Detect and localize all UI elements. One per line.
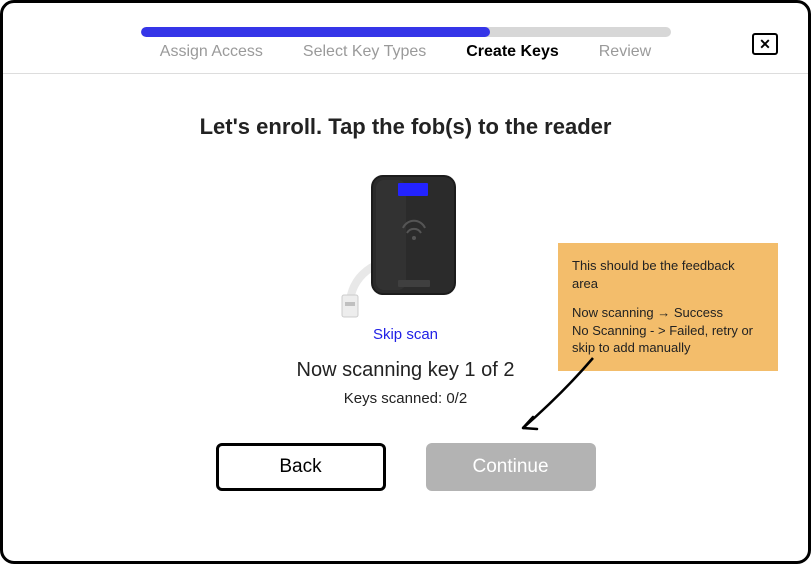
dialog-window: Assign Access Select Key Types Create Ke… (0, 0, 811, 564)
skip-scan-link[interactable]: Skip scan (373, 326, 438, 343)
button-row: Back Continue (23, 443, 788, 491)
step-select-key-types[interactable]: Select Key Types (303, 43, 426, 61)
annotation-note: This should be the feedback area Now sca… (558, 243, 778, 371)
scan-count-text: Keys scanned: 0/2 (23, 390, 788, 407)
continue-button[interactable]: Continue (426, 443, 596, 491)
close-icon: ✕ (759, 36, 771, 53)
back-button[interactable]: Back (216, 443, 386, 491)
step-list: Assign Access Select Key Types Create Ke… (23, 43, 788, 61)
header-area: Assign Access Select Key Types Create Ke… (3, 3, 808, 61)
step-assign-access[interactable]: Assign Access (160, 43, 263, 61)
annotation-line-2: Now scanning → Success No Scanning - > F… (572, 304, 764, 357)
annotation-line-1: This should be the feedback area (572, 257, 764, 292)
close-button[interactable]: ✕ (752, 33, 778, 55)
page-title: Let's enroll. Tap the fob(s) to the read… (23, 114, 788, 140)
progress-fill (141, 27, 491, 37)
progress-bar (141, 27, 671, 37)
step-create-keys[interactable]: Create Keys (466, 43, 559, 61)
reader-device-icon (336, 170, 476, 320)
step-review[interactable]: Review (599, 43, 651, 61)
